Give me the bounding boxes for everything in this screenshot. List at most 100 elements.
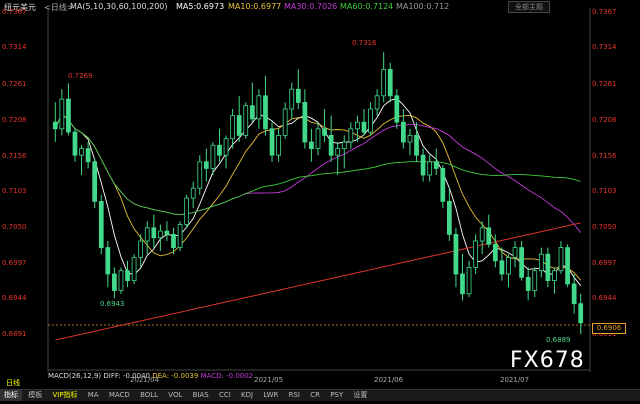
candle-body[interactable] bbox=[72, 131, 78, 156]
candle-body[interactable] bbox=[440, 167, 446, 202]
candle-body[interactable] bbox=[79, 148, 84, 156]
candle-body[interactable] bbox=[387, 69, 393, 97]
tab-vol[interactable]: VOL bbox=[164, 390, 186, 401]
candle-body[interactable] bbox=[446, 200, 452, 235]
tab-rsi[interactable]: RSI bbox=[285, 390, 304, 401]
tab-settings[interactable]: 设置 bbox=[349, 390, 371, 401]
candle-body[interactable] bbox=[92, 161, 98, 202]
candle-body[interactable] bbox=[341, 141, 347, 149]
candle-body[interactable] bbox=[361, 121, 367, 133]
period-selector[interactable]: 日线 bbox=[6, 378, 20, 388]
candle-body[interactable] bbox=[282, 108, 288, 136]
candle-body[interactable] bbox=[184, 197, 190, 225]
candle-body[interactable] bbox=[295, 88, 301, 103]
candle-body[interactable] bbox=[263, 95, 268, 130]
candle-body[interactable] bbox=[171, 233, 176, 248]
candle-body[interactable] bbox=[545, 253, 551, 281]
candle-body[interactable] bbox=[558, 247, 564, 272]
candle-body[interactable] bbox=[98, 200, 104, 248]
candle-body[interactable] bbox=[236, 115, 242, 136]
candle-body[interactable] bbox=[453, 233, 459, 275]
candle-body[interactable] bbox=[525, 276, 531, 291]
candle-body[interactable] bbox=[348, 128, 354, 143]
candle-body[interactable] bbox=[52, 121, 58, 130]
candle-body[interactable] bbox=[552, 270, 557, 282]
candle-body[interactable] bbox=[289, 88, 295, 110]
tab-psy[interactable]: PSY bbox=[326, 390, 347, 401]
tab-indicators[interactable]: 指标 bbox=[0, 390, 22, 401]
candle-body[interactable] bbox=[177, 224, 183, 249]
candle-body[interactable] bbox=[190, 187, 196, 199]
candle-body[interactable] bbox=[368, 108, 373, 133]
candle-body[interactable] bbox=[322, 128, 327, 136]
macd-params[interactable]: MACD(26,12,9) bbox=[48, 372, 101, 380]
candle-body[interactable] bbox=[315, 128, 321, 150]
candle-body[interactable] bbox=[538, 253, 544, 272]
candle-body[interactable] bbox=[374, 95, 380, 110]
candle-body[interactable] bbox=[243, 105, 249, 136]
candle-body[interactable] bbox=[355, 121, 360, 130]
tab-macd[interactable]: MACD bbox=[105, 390, 134, 401]
tab-ma[interactable]: MA bbox=[84, 390, 103, 401]
candle-body[interactable] bbox=[151, 227, 157, 239]
candle-body[interactable] bbox=[499, 260, 505, 275]
candle-body[interactable] bbox=[249, 105, 255, 120]
candle-body[interactable] bbox=[230, 115, 235, 140]
candle-body[interactable] bbox=[407, 134, 413, 143]
candle-body[interactable] bbox=[276, 134, 281, 156]
candle-body[interactable] bbox=[302, 102, 308, 143]
candle-body[interactable] bbox=[565, 247, 570, 285]
candle-body[interactable] bbox=[512, 247, 518, 258]
candle-body[interactable] bbox=[381, 69, 387, 97]
ma-params[interactable]: MA(5,10,30,60,100,200) bbox=[70, 2, 168, 11]
candle-body[interactable] bbox=[401, 121, 406, 143]
candle-body[interactable] bbox=[473, 240, 479, 268]
candle-body[interactable] bbox=[506, 257, 511, 275]
candle-body[interactable] bbox=[433, 161, 439, 169]
candle-body[interactable] bbox=[460, 273, 465, 295]
candle-body[interactable] bbox=[328, 134, 334, 156]
tab-boll[interactable]: BOLL bbox=[136, 390, 162, 401]
candle-body[interactable] bbox=[112, 273, 117, 291]
candle-body[interactable] bbox=[223, 138, 229, 156]
tab-lwr[interactable]: LWR bbox=[259, 390, 282, 401]
candle-body[interactable] bbox=[144, 227, 150, 242]
candle-body[interactable] bbox=[203, 161, 209, 169]
candle-body[interactable] bbox=[105, 247, 111, 275]
candle-body[interactable] bbox=[414, 134, 419, 156]
tab-cci[interactable]: CCI bbox=[215, 390, 235, 401]
candle-body[interactable] bbox=[197, 161, 203, 189]
tab-bias[interactable]: BIAS bbox=[189, 390, 213, 401]
candle-body[interactable] bbox=[85, 148, 91, 163]
candle-body[interactable] bbox=[59, 98, 65, 130]
candle-body[interactable] bbox=[269, 128, 275, 156]
theme-selector-button[interactable]: 全部主题 bbox=[508, 1, 550, 13]
tab-vip-indicators[interactable]: VIP指标 bbox=[48, 390, 81, 401]
candle-body[interactable] bbox=[571, 283, 577, 305]
candle-body[interactable] bbox=[578, 303, 584, 324]
tab-cr[interactable]: CR bbox=[306, 390, 324, 401]
candle-body[interactable] bbox=[394, 95, 400, 123]
candle-body[interactable] bbox=[427, 161, 433, 176]
candle-body[interactable] bbox=[66, 98, 71, 133]
candle-body[interactable] bbox=[210, 144, 216, 169]
candle-body[interactable] bbox=[131, 257, 137, 282]
candle-body[interactable] bbox=[466, 266, 472, 295]
tab-templates[interactable]: 模板 bbox=[24, 390, 46, 401]
candle-body[interactable] bbox=[479, 227, 485, 242]
candle-body[interactable] bbox=[492, 243, 498, 262]
candle-body[interactable] bbox=[420, 154, 426, 176]
candle-body[interactable] bbox=[157, 230, 163, 239]
candle-body[interactable] bbox=[309, 141, 314, 149]
candle-body[interactable] bbox=[532, 270, 538, 291]
candle-body[interactable] bbox=[118, 270, 124, 291]
candle-body[interactable] bbox=[138, 240, 144, 258]
candle-body[interactable] bbox=[256, 95, 262, 120]
period-tag[interactable]: <日线> bbox=[44, 2, 73, 12]
candle-body[interactable] bbox=[217, 144, 222, 156]
candle-body[interactable] bbox=[486, 227, 492, 245]
tab-kdj[interactable]: KDJ bbox=[237, 390, 257, 401]
candle-body[interactable] bbox=[519, 247, 524, 278]
price-chart[interactable] bbox=[0, 0, 640, 400]
candle-body[interactable] bbox=[335, 148, 341, 156]
